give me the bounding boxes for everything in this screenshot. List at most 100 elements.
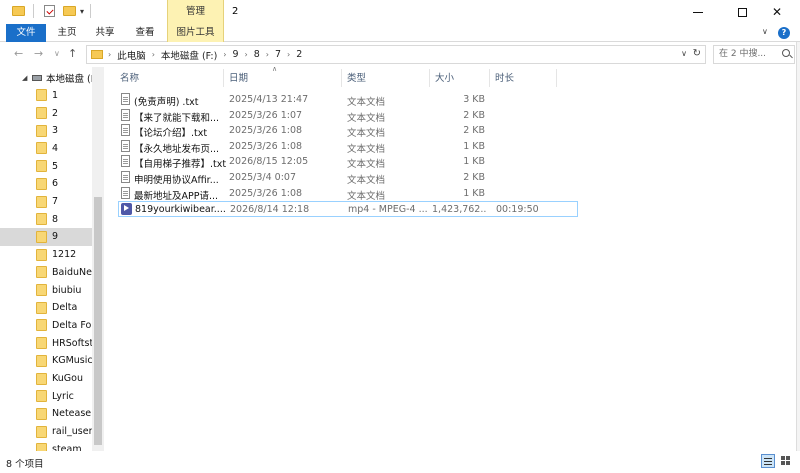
breadcrumb-folder-2[interactable]: 2 [296, 49, 302, 60]
forward-arrow-icon[interactable]: → [34, 47, 43, 60]
sidebar-item-label: 8 [52, 213, 59, 225]
tab-home[interactable]: 主页 [50, 24, 84, 42]
scrollbar-thumb[interactable] [94, 197, 102, 445]
file-name: 申明使用协议Affir... [134, 175, 219, 186]
recent-locations-icon[interactable]: ∨ [54, 49, 60, 58]
breadcrumb-chevron-icon[interactable]: › [266, 50, 269, 59]
tab-view[interactable]: 查看 [128, 24, 162, 42]
minimize-button[interactable] [683, 0, 713, 24]
column-divider[interactable] [429, 69, 430, 87]
sidebar-item-folder[interactable]: 3 [0, 122, 92, 140]
column-header-size[interactable]: 大小 [435, 70, 454, 84]
file-date: 2026/8/14 12:18 [230, 204, 310, 216]
up-arrow-icon[interactable]: ↑ [68, 47, 77, 60]
file-row[interactable]: 【永久地址发布页... 2025/3/26 1:08 文本文档 1 KB [118, 139, 578, 155]
tab-share[interactable]: 共享 [88, 24, 122, 42]
txt-file-icon [121, 186, 130, 199]
sidebar-item-folder[interactable]: 8 [0, 210, 92, 228]
sidebar-scrollbar[interactable] [92, 67, 104, 451]
close-button[interactable]: ✕ [762, 0, 792, 24]
file-row[interactable]: 申明使用协议Affir... 2025/3/4 0:07 文本文档 2 KB [118, 170, 578, 186]
sidebar-item-folder[interactable]: 1212 [0, 246, 92, 264]
folder-icon [91, 50, 103, 59]
sidebar-item-folder[interactable]: KuGou [0, 370, 92, 388]
breadcrumb-chevron-icon[interactable]: › [223, 50, 226, 59]
file-size: 1 KB [463, 140, 485, 152]
sidebar-item-folder[interactable]: 1 [0, 87, 92, 105]
file-date: 2025/3/26 1:07 [229, 109, 303, 121]
file-row[interactable]: 最新地址及APP请... 2025/3/26 1:08 文本文档 1 KB [118, 186, 578, 202]
column-divider[interactable] [556, 69, 557, 87]
column-header-type[interactable]: 类型 [347, 70, 366, 84]
sidebar-item-label: rail_user_d [52, 426, 92, 438]
sidebar-item-folder[interactable]: rail_user_d [0, 423, 92, 441]
search-icon[interactable] [782, 49, 790, 57]
new-folder-icon[interactable] [63, 6, 76, 16]
breadcrumb-folder-8[interactable]: 8 [254, 49, 260, 60]
sidebar-item-folder[interactable]: Delta [0, 299, 92, 317]
breadcrumb-chevron-icon[interactable]: › [287, 50, 290, 59]
refresh-icon[interactable]: ↻ [693, 48, 701, 59]
sidebar-item-folder[interactable]: biubiu [0, 281, 92, 299]
sidebar-item-folder[interactable]: 2 [0, 104, 92, 122]
sidebar-item-folder[interactable]: 7 [0, 193, 92, 211]
txt-file-icon [121, 139, 130, 152]
column-header-name[interactable]: 名称 [120, 70, 139, 84]
column-divider[interactable] [341, 69, 342, 87]
details-view-icon[interactable] [761, 454, 775, 468]
maximize-button[interactable] [727, 0, 757, 24]
sidebar-item-folder[interactable]: KGMusic [0, 352, 92, 370]
breadcrumb-chevron-icon[interactable]: › [245, 50, 248, 59]
file-row[interactable]: 【自用梯子推荐】.txt 2026/8/15 12:05 文本文档 1 KB [118, 154, 578, 170]
sidebar-item-label: 7 [52, 196, 59, 208]
collapse-arrow-icon[interactable]: ◢ [22, 74, 27, 82]
customize-toolbar-icon[interactable]: ▾ [80, 7, 84, 16]
back-arrow-icon[interactable]: ← [14, 47, 23, 60]
manage-context-tab[interactable]: 管理 [167, 0, 224, 24]
help-icon[interactable]: ? [778, 27, 790, 39]
file-date: 2026/8/15 12:05 [229, 156, 309, 168]
file-size: 2 KB [463, 109, 485, 121]
folder-icon [36, 284, 47, 297]
sidebar-item-folder[interactable]: 6 [0, 175, 92, 193]
file-name: 【论坛介绍】.txt [134, 128, 208, 140]
file-type: 文本文档 [347, 143, 386, 155]
folder-icon [36, 390, 47, 403]
sidebar-item-drive[interactable]: ◢ 本地磁盘 (F [0, 69, 92, 87]
column-divider[interactable] [489, 69, 490, 87]
sidebar-item-folder[interactable]: Delta Fore [0, 317, 92, 335]
address-bar[interactable]: › 此电脑 › 本地磁盘 (F:) › 9 › 8 › 7 › 2 ∨ ↻ [86, 45, 706, 64]
breadcrumb-chevron-icon[interactable]: › [152, 50, 155, 59]
file-size: 2 KB [463, 172, 485, 183]
breadcrumb-folder-9[interactable]: 9 [233, 49, 239, 60]
file-row[interactable]: 819yourkiwibear.... 2026/8/14 12:18 mp4 - … [118, 201, 578, 217]
sidebar-item-folder[interactable]: Netease [0, 405, 92, 423]
address-dropdown-icon[interactable]: ∨ [681, 49, 687, 58]
folder-icon [36, 160, 47, 173]
breadcrumb-chevron-icon[interactable]: › [108, 50, 111, 59]
tab-picture-tools[interactable]: 图片工具 [167, 24, 224, 42]
column-divider[interactable] [223, 69, 224, 87]
tab-file[interactable]: 文件 [6, 24, 46, 42]
sidebar-item-label: HRSoftsto [52, 337, 92, 349]
ribbon-expand-icon[interactable]: ∨ [762, 27, 768, 36]
large-icons-view-icon[interactable] [779, 454, 793, 468]
breadcrumb-drive[interactable]: 本地磁盘 (F:) [161, 48, 217, 62]
sidebar-item-folder[interactable]: 9 [0, 228, 92, 246]
sort-ascending-icon: ∧ [272, 65, 278, 73]
file-row[interactable]: 【论坛介绍】.txt 2025/3/26 1:08 文本文档 2 KB [118, 123, 578, 139]
column-header-duration[interactable]: 时长 [495, 70, 514, 84]
file-row[interactable]: (免责声明) .txt 2025/4/13 21:47 文本文档 3 KB [118, 92, 578, 108]
sidebar-item-folder[interactable]: steam [0, 441, 92, 451]
sidebar-item-folder[interactable]: HRSoftsto [0, 334, 92, 352]
sidebar-item-folder[interactable]: 5 [0, 157, 92, 175]
sidebar-item-folder[interactable]: BaiduNet [0, 264, 92, 282]
search-input[interactable]: 在 2 中搜... [713, 45, 795, 64]
sidebar-item-folder[interactable]: 4 [0, 140, 92, 158]
file-row[interactable]: 【来了就能下载和... 2025/3/26 1:07 文本文档 2 KB [118, 108, 578, 124]
sidebar-item-folder[interactable]: Lyric [0, 387, 92, 405]
column-header-date[interactable]: 日期 [229, 70, 248, 84]
properties-icon[interactable] [44, 5, 55, 17]
breadcrumb-this-pc[interactable]: 此电脑 [117, 48, 146, 62]
breadcrumb-folder-7[interactable]: 7 [275, 49, 281, 60]
